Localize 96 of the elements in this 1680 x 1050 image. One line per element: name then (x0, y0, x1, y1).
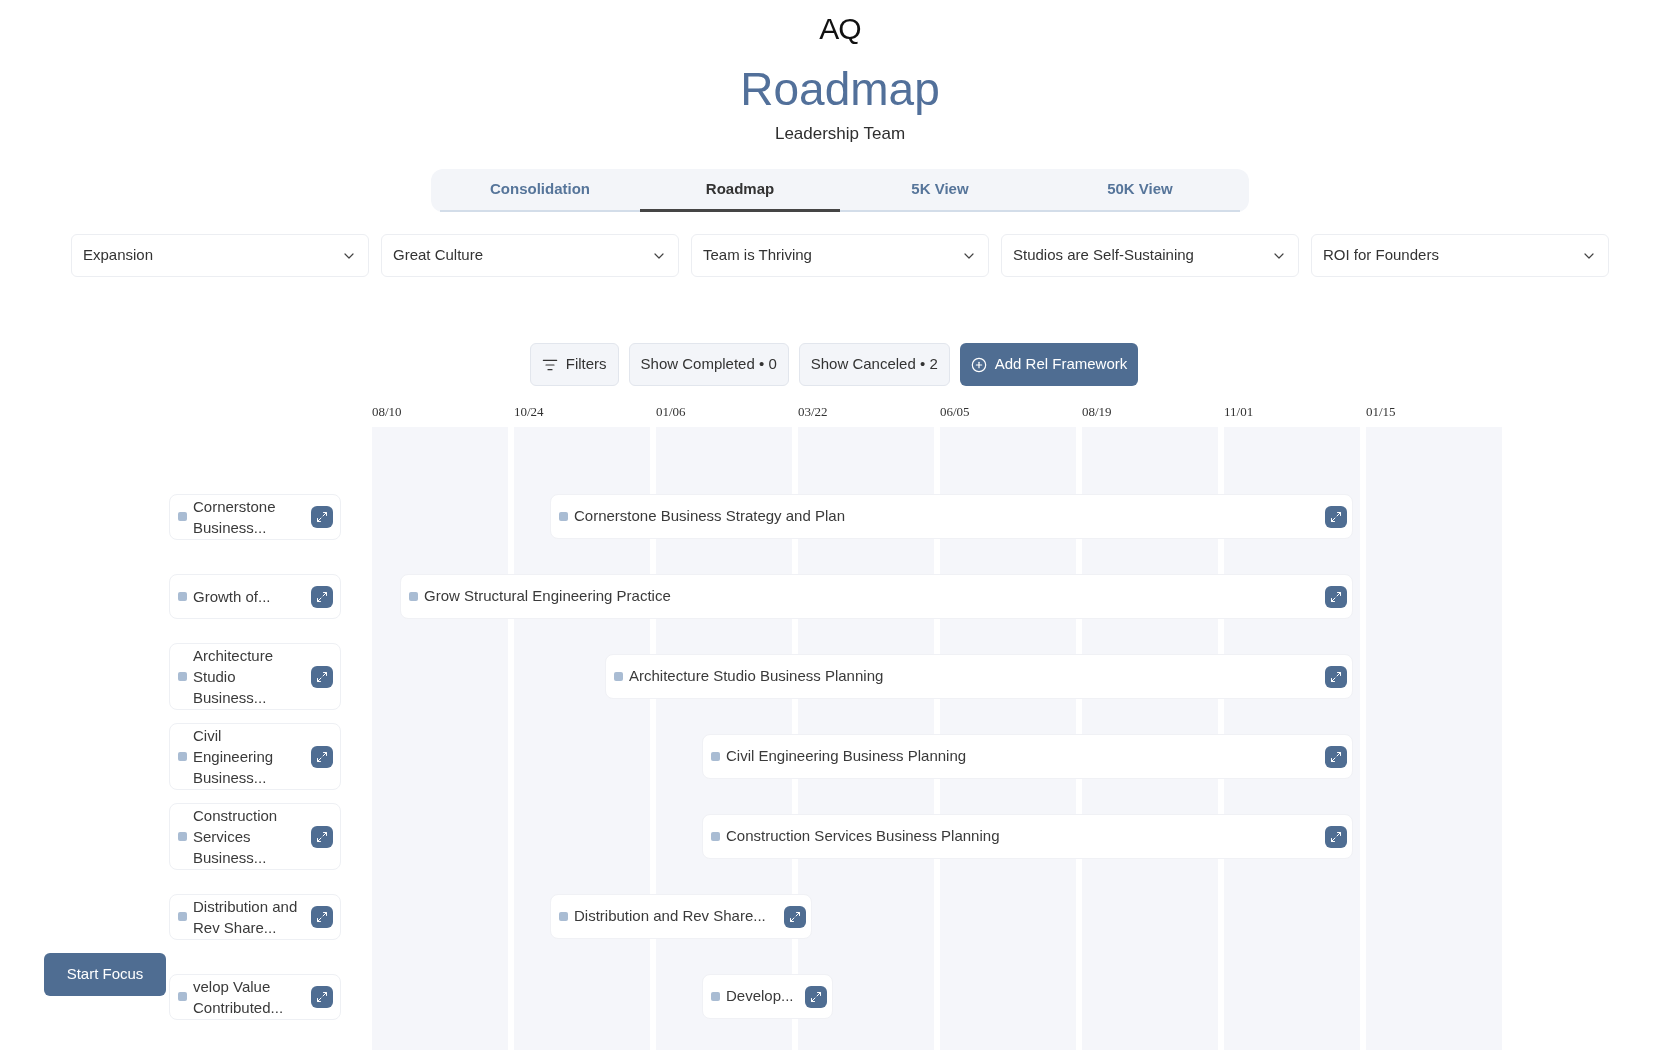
toggle-button[interactable]: Show Completed • 0 (628, 343, 789, 386)
add-framework-button[interactable]: Add Rel Framework (959, 343, 1139, 386)
square-marker-icon (711, 992, 720, 1001)
expand-button[interactable] (311, 585, 333, 608)
square-marker-icon (178, 832, 187, 841)
page-title: Roadmap (740, 63, 940, 115)
bar-title: Develop... (726, 986, 795, 1007)
item-title: Civil Engineering Business... (193, 726, 275, 788)
date-label: 10/24 (514, 404, 544, 419)
goal-select[interactable]: Expansion (71, 234, 369, 277)
expand-icon (1330, 750, 1342, 763)
item-title: Distribution and Rev Share... (193, 896, 299, 938)
timeline-bar[interactable]: Civil Engineering Business Planning (702, 734, 1353, 779)
expand-icon (316, 910, 328, 923)
expand-button[interactable] (311, 665, 333, 688)
timeline-bar[interactable]: Architecture Studio Business Planning (605, 654, 1353, 699)
expand-button[interactable] (311, 505, 333, 528)
expand-button[interactable] (311, 905, 333, 928)
square-marker-icon (559, 912, 568, 921)
item-card[interactable]: Cornerstone Business... (169, 493, 341, 540)
item-title: velop Value Contributed... (193, 976, 285, 1018)
goal-select[interactable]: ROI for Founders (1311, 234, 1609, 277)
goal-select[interactable]: Studios are Self-Sustaining (1001, 234, 1299, 277)
bar-title: Architecture Studio Business Planning (629, 666, 885, 687)
expand-button[interactable] (1325, 585, 1347, 608)
square-marker-icon (711, 752, 720, 761)
item-title: Growth of... (193, 587, 272, 607)
item-card[interactable]: Construction Services Business... (169, 803, 341, 870)
expand-button[interactable] (311, 985, 333, 1008)
tab[interactable]: Roadmap (640, 169, 840, 212)
expand-icon (316, 510, 328, 523)
goal-select[interactable]: Great Culture (381, 234, 679, 277)
date-label: 01/06 (656, 404, 686, 419)
timeline-bar[interactable]: Construction Services Business Planning (702, 814, 1353, 859)
goal-select[interactable]: Team is Thriving (691, 234, 989, 277)
expand-button[interactable] (1325, 665, 1347, 688)
expand-button[interactable] (1325, 505, 1347, 528)
date-label: 01/15 (1366, 404, 1396, 419)
logo: AQ (819, 12, 861, 46)
tab[interactable]: 5K View (840, 169, 1040, 212)
expand-icon (1330, 590, 1342, 603)
toggle-button[interactable]: Show Canceled • 2 (798, 343, 950, 386)
expand-button[interactable] (805, 985, 827, 1008)
item-title: Construction Services Business... (193, 806, 279, 868)
tab[interactable]: Consolidation (440, 169, 640, 212)
square-marker-icon (178, 512, 187, 521)
square-marker-icon (711, 832, 720, 841)
square-marker-icon (409, 592, 418, 601)
timeline-bar[interactable]: Develop... (702, 974, 833, 1019)
item-card[interactable]: velop Value Contributed... (169, 973, 341, 1020)
expand-icon (1330, 670, 1342, 683)
expand-icon (789, 910, 801, 923)
square-marker-icon (178, 592, 187, 601)
item-card[interactable]: Growth of... (169, 574, 341, 619)
expand-icon (1330, 830, 1342, 843)
expand-icon (316, 750, 328, 763)
bar-title: Construction Services Business Planning (726, 826, 1001, 847)
square-marker-icon (559, 512, 568, 521)
expand-icon (810, 990, 822, 1003)
timeline-bar[interactable]: Distribution and Rev Share... (550, 894, 812, 939)
item-title: Architecture Studio Business... (193, 646, 275, 708)
filters-button[interactable]: Filters (529, 343, 619, 386)
expand-button[interactable] (1325, 745, 1347, 768)
square-marker-icon (614, 672, 623, 681)
expand-icon (316, 670, 328, 683)
timeline-bar[interactable]: Cornerstone Business Strategy and Plan (550, 494, 1353, 539)
item-card[interactable]: Architecture Studio Business... (169, 643, 341, 710)
expand-button[interactable] (1325, 825, 1347, 848)
expand-icon (316, 990, 328, 1003)
bar-title: Grow Structural Engineering Practice (424, 586, 672, 607)
item-title: Cornerstone Business... (193, 496, 277, 538)
plus-circle-icon (970, 356, 987, 373)
item-card[interactable]: Distribution and Rev Share... (169, 893, 341, 940)
expand-icon (1330, 510, 1342, 523)
square-marker-icon (178, 912, 187, 921)
expand-button[interactable] (784, 905, 806, 928)
bar-title: Civil Engineering Business Planning (726, 746, 968, 767)
timeline-bar[interactable]: Grow Structural Engineering Practice (400, 574, 1353, 619)
expand-icon (316, 590, 328, 603)
item-card[interactable]: Civil Engineering Business... (169, 723, 341, 790)
bar-title: Cornerstone Business Strategy and Plan (574, 506, 846, 527)
tab[interactable]: 50K View (1040, 169, 1240, 212)
date-label: 08/19 (1082, 404, 1112, 419)
date-label: 08/10 (372, 404, 402, 419)
date-label: 03/22 (798, 404, 828, 419)
expand-button[interactable] (311, 825, 333, 848)
square-marker-icon (178, 672, 187, 681)
expand-button[interactable] (311, 745, 333, 768)
date-label: 11/01 (1224, 404, 1254, 419)
start-focus-button[interactable]: Start Focus (44, 953, 166, 996)
date-label: 06/05 (940, 404, 970, 419)
expand-icon (316, 830, 328, 843)
page-subtitle: Leadership Team (774, 123, 906, 145)
bar-title: Distribution and Rev Share... (574, 906, 767, 927)
square-marker-icon (178, 992, 187, 1001)
square-marker-icon (178, 752, 187, 761)
